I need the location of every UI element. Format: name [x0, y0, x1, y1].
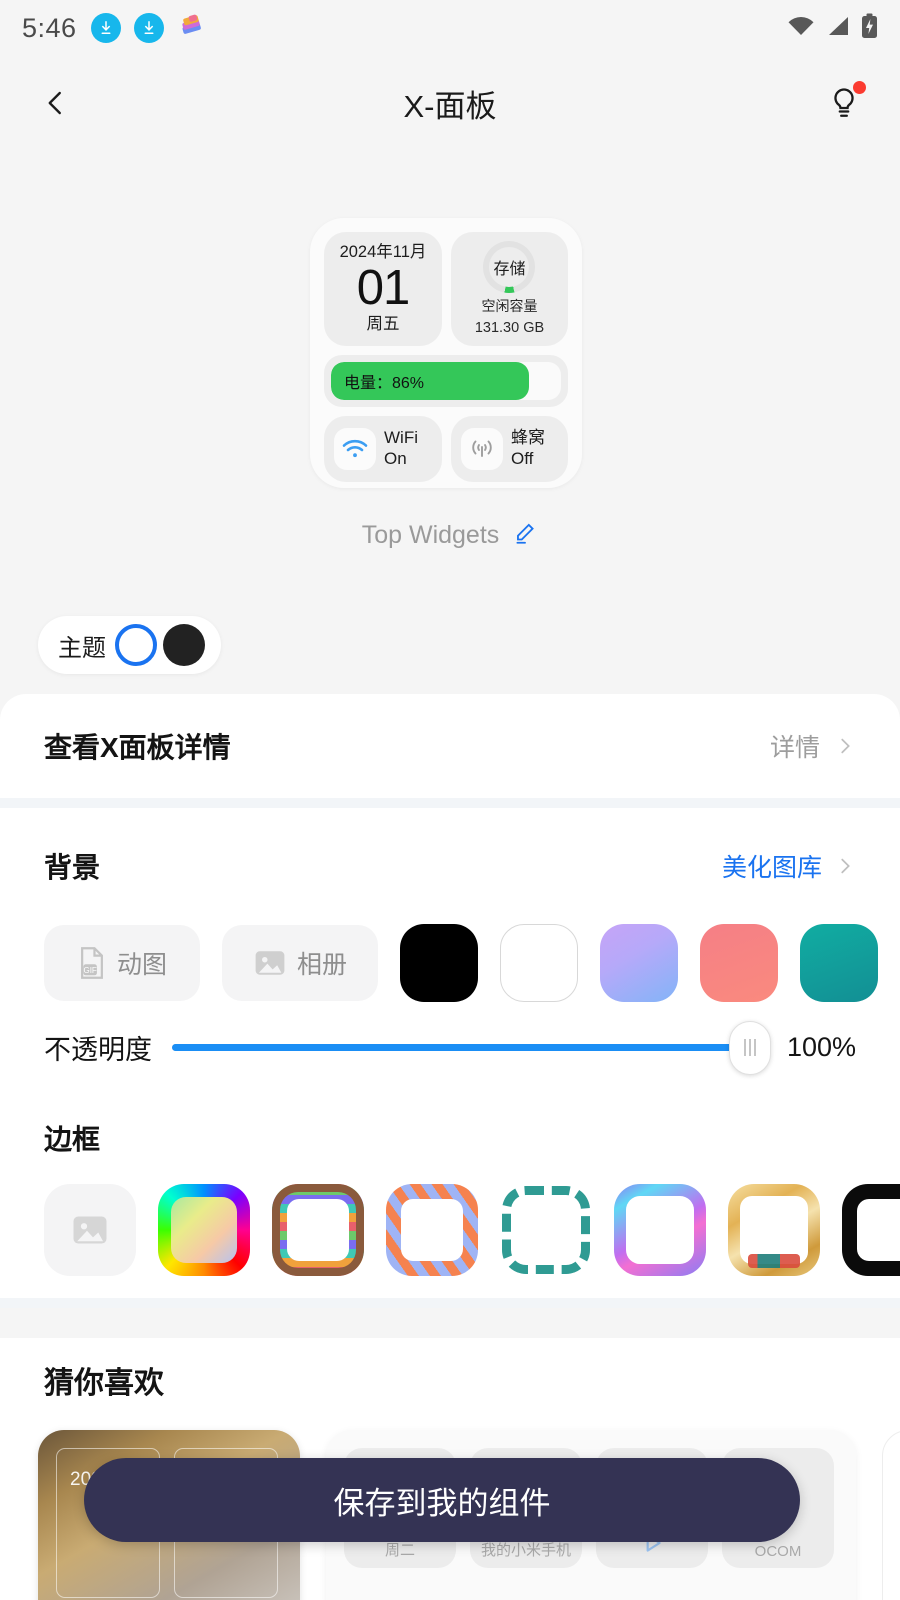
- photo-icon: [255, 951, 285, 975]
- gif-picker-button[interactable]: GIF 动图: [44, 925, 200, 1001]
- battery-widget: 电量：86%: [324, 355, 568, 407]
- storage-widget: 存储 空闲容量 131.30 GB: [450, 232, 568, 346]
- date-weekday: 周五: [366, 315, 400, 334]
- border-color-blocks[interactable]: [272, 1184, 364, 1276]
- storage-value: 131.30 GB: [474, 319, 545, 336]
- battery-track: 电量：86%: [331, 362, 561, 400]
- album-picker-label: 相册: [296, 951, 347, 979]
- cellular-label: 蜂窝 Off: [511, 428, 545, 469]
- border-orange-stripes[interactable]: [386, 1184, 478, 1276]
- shortcut-tile-label: 周二: [384, 1542, 415, 1559]
- pencil-edit-icon[interactable]: [512, 520, 538, 551]
- cellular-line1: 蜂窝: [510, 428, 545, 448]
- detail-row-title: 查看X面板详情: [44, 732, 231, 763]
- shortcut-tile-label: OCOM: [754, 1543, 802, 1560]
- notification-badge: [853, 81, 866, 94]
- page-title: X-面板: [403, 88, 497, 124]
- preview-bottom-row: WiFi On 蜂窝 Off: [324, 416, 568, 482]
- tips-button[interactable]: [818, 77, 870, 129]
- storage-ring: 存储: [483, 241, 536, 294]
- opacity-row: 不透明度 100%: [0, 1020, 900, 1075]
- storage-caption: 空闲容量: [481, 298, 538, 315]
- bg-swatch-teal[interactable]: [800, 924, 878, 1002]
- detail-row[interactable]: 查看X面板详情 详情: [0, 694, 900, 798]
- back-button[interactable]: [30, 77, 82, 129]
- theme-label: 主题: [58, 634, 106, 662]
- border-rainbow-gradient[interactable]: [158, 1184, 250, 1276]
- background-swatch-row: GIF 动图 相册: [0, 924, 900, 1002]
- layers-icon: [177, 12, 205, 45]
- theme-selector[interactable]: 主题: [38, 616, 221, 674]
- battery-charging-icon: [861, 13, 878, 44]
- section-divider: [0, 1298, 900, 1308]
- detail-row-action-label: 详情: [769, 734, 820, 762]
- widget-preview[interactable]: 2024年11月 01 周五 存储 空闲容量 131.30 GB 电量：86%: [310, 218, 582, 488]
- wifi-icon: [787, 15, 815, 42]
- recommend-card-blank[interactable]: [882, 1430, 900, 1600]
- photo-icon: [73, 1216, 107, 1244]
- section-divider: [0, 798, 900, 808]
- border-swatch-row: [0, 1184, 900, 1276]
- bg-swatch-black[interactable]: [400, 924, 478, 1002]
- border-teal-dashed[interactable]: [500, 1184, 592, 1276]
- border-section-header: 边框: [0, 1118, 900, 1158]
- cellular-line2: Off: [510, 449, 534, 468]
- theme-option-dark[interactable]: [163, 624, 205, 666]
- gif-file-icon: GIF: [81, 947, 103, 979]
- date-widget: 2024年11月 01 周五: [324, 232, 442, 346]
- wifi-icon: [334, 428, 376, 470]
- status-time: 5:46: [22, 12, 77, 43]
- opacity-label: 不透明度: [44, 1035, 152, 1065]
- top-widgets-footer[interactable]: Top Widgets: [0, 520, 900, 551]
- status-bar: 5:46: [0, 0, 900, 56]
- wifi-line2: On: [384, 449, 407, 468]
- cellular-signal-icon: [826, 15, 850, 42]
- opacity-slider-fill: [172, 1044, 750, 1051]
- background-section-header: 背景 美化图库: [0, 846, 900, 886]
- opacity-slider[interactable]: [172, 1020, 771, 1075]
- border-purple-blue-gradient[interactable]: [614, 1184, 706, 1276]
- bg-swatch-coral[interactable]: [700, 924, 778, 1002]
- bg-swatch-white[interactable]: [500, 924, 578, 1002]
- status-notification-icons: [90, 12, 205, 45]
- gif-picker-label: 动图: [116, 951, 167, 979]
- save-to-my-widgets-button[interactable]: 保存到我的组件: [84, 1458, 800, 1542]
- background-title: 背景: [44, 852, 101, 883]
- svg-text:GIF: GIF: [83, 966, 96, 975]
- recommend-title: 猜你喜欢: [44, 1367, 164, 1400]
- app-bar: X-面板: [0, 56, 900, 150]
- storage-ring-label: 存储: [493, 261, 526, 279]
- battery-label: 电量：86%: [344, 375, 425, 392]
- wifi-widget: WiFi On: [324, 416, 442, 482]
- wifi-line1: WiFi: [384, 428, 418, 448]
- border-title: 边框: [44, 1124, 101, 1155]
- chevron-right-icon: [841, 858, 850, 874]
- wifi-label: WiFi On: [384, 428, 418, 469]
- shortcut-tile-label: 我的小米手机: [480, 1542, 571, 1559]
- cellular-tower-icon: [460, 428, 503, 470]
- status-system-icons: [787, 13, 878, 44]
- beautify-gallery-label: 美化图库: [721, 854, 822, 882]
- border-black-solid[interactable]: [842, 1184, 900, 1276]
- border-gold-frame[interactable]: [728, 1184, 820, 1276]
- opacity-slider-knob[interactable]: [729, 1020, 771, 1075]
- beautify-gallery-link[interactable]: 美化图库: [722, 848, 856, 884]
- album-picker-button[interactable]: 相册: [222, 925, 378, 1001]
- date-day: 01: [356, 260, 411, 315]
- app-root: 5:46 X-面板 2024年11月 01 周五 存储 空闲容量 131.30 …: [0, 0, 900, 1600]
- opacity-value: 100%: [786, 1032, 856, 1062]
- detail-row-action[interactable]: 详情: [770, 728, 856, 764]
- download-icon: [133, 13, 164, 43]
- theme-option-light[interactable]: [115, 624, 157, 666]
- border-image-picker[interactable]: [44, 1184, 136, 1276]
- preview-top-row: 2024年11月 01 周五 存储 空闲容量 131.30 GB: [324, 232, 568, 346]
- cellular-widget: 蜂窝 Off: [450, 416, 568, 482]
- chevron-right-icon: [841, 738, 850, 754]
- bg-swatch-purple-blue[interactable]: [600, 924, 678, 1002]
- chevron-left-icon: [48, 91, 61, 115]
- date-year-month: 2024年11月: [339, 243, 427, 262]
- top-widgets-label: Top Widgets: [361, 521, 500, 549]
- download-icon: [90, 13, 121, 43]
